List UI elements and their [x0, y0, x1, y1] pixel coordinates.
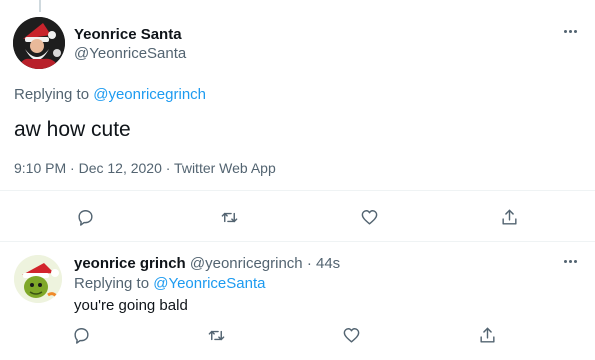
reply-age[interactable]: · 44s: [307, 255, 340, 272]
retweet-icon[interactable]: [203, 322, 229, 348]
retweet-icon[interactable]: [216, 204, 242, 230]
reply-icon[interactable]: [72, 204, 98, 230]
replying-to-line: Replying to @yeonricegrinch: [14, 86, 206, 103]
like-icon[interactable]: [356, 204, 382, 230]
author-handle[interactable]: @YeonriceSanta: [74, 45, 186, 62]
more-icon[interactable]: [564, 30, 577, 33]
like-icon[interactable]: [338, 322, 364, 348]
reply-header: yeonrice grinch @yeonricegrinch · 44s: [74, 255, 340, 272]
tweet-timestamp[interactable]: 9:10 PM · Dec 12, 2020 · Twitter Web App: [14, 160, 276, 176]
reply-replying-to-label: Replying to: [74, 275, 150, 292]
share-icon[interactable]: [496, 204, 522, 230]
author-name[interactable]: Yeonrice Santa: [74, 26, 182, 43]
avatar-grinch[interactable]: [14, 255, 62, 303]
reply-icon[interactable]: [68, 322, 94, 348]
divider: [0, 190, 595, 191]
divider: [0, 241, 595, 242]
share-icon[interactable]: [474, 322, 500, 348]
santa-avatar-image: [13, 17, 65, 69]
reply-author-name[interactable]: yeonrice grinch: [74, 255, 186, 272]
reply-author-handle[interactable]: @yeonricegrinch: [190, 255, 303, 272]
reply-text: you're going bald: [74, 297, 188, 314]
tweet-text: aw how cute: [14, 118, 131, 141]
avatar-santa[interactable]: [13, 17, 65, 69]
grinch-avatar-image: [14, 255, 62, 303]
replying-to-label: Replying to: [14, 86, 90, 103]
reply-replying-to-line: Replying to @YeonriceSanta: [74, 275, 265, 292]
replying-to-link[interactable]: @yeonricegrinch: [93, 86, 206, 103]
reply-replying-to-link[interactable]: @YeonriceSanta: [153, 275, 265, 292]
more-icon[interactable]: [564, 260, 577, 263]
thread-connector: [39, 0, 41, 12]
